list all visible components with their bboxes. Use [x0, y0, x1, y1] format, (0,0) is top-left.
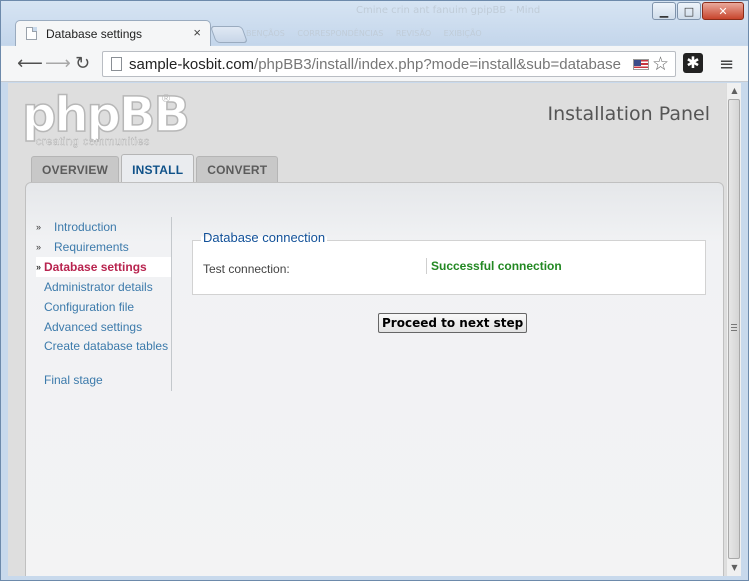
fieldset-legend: Database connection [201, 230, 328, 245]
step-label: Requirements [54, 240, 129, 254]
scroll-down-icon[interactable]: ▼ [727, 560, 742, 576]
step-final-stage[interactable]: Final stage [36, 370, 171, 390]
step-label: Database settings [44, 260, 147, 274]
extension-icon[interactable]: ✱ [683, 53, 703, 73]
completed-step-arrow-icon: » [36, 242, 42, 252]
proceed-button[interactable]: Proceed to next step [378, 313, 528, 333]
page-icon [26, 27, 37, 40]
scroll-up-icon[interactable]: ▲ [727, 83, 742, 99]
step-requirements[interactable]: » Requirements [36, 237, 171, 257]
completed-step-arrow-icon: » [36, 222, 42, 232]
step-create-database-tables[interactable]: Create database tables [36, 337, 171, 370]
step-configuration-file[interactable]: Configuration file [36, 297, 171, 317]
tab-convert[interactable]: CONVERT [196, 156, 279, 182]
url-host: sample-kosbit.com [129, 56, 255, 73]
tab-install[interactable]: INSTALL [121, 154, 195, 182]
logo-registered-mark: ® [162, 93, 171, 105]
address-bar[interactable]: sample-kosbit.com/phpBB3/install/index.p… [102, 51, 676, 77]
close-window-button[interactable]: ✕ [702, 2, 744, 20]
maximize-button[interactable]: □ [677, 2, 701, 20]
browser-menu-icon[interactable]: ≡ [719, 54, 734, 75]
page-icon [111, 57, 122, 71]
tab-title: Database settings [46, 27, 143, 41]
bookmark-star-icon[interactable]: ☆ [652, 53, 669, 75]
language-flag-icon[interactable] [633, 59, 649, 70]
browser-window: Cmine crin ant fanuim gpipBB - Mind BENÇ… [0, 0, 749, 581]
field-divider [426, 258, 427, 274]
vertical-scrollbar[interactable]: ▲ ▼ [726, 83, 741, 576]
tab-overview[interactable]: OVERVIEW [31, 156, 120, 182]
page-viewport: phpBB ® creating communities Installatio… [8, 83, 741, 576]
background-window-menu: BENÇÃOS CORRESPONDÊNCIAS REVISÃO EXIBIÇÃ… [246, 29, 482, 38]
back-button[interactable]: ⟵ [17, 53, 43, 74]
main-content: » Introduction » Requirements » Database se… [25, 182, 724, 576]
phpbb-logo[interactable]: phpBB ® creating communities [21, 86, 191, 149]
step-database-settings[interactable]: » Database settings [36, 257, 171, 277]
url-text[interactable]: sample-kosbit.com/phpBB3/install/index.p… [129, 56, 629, 73]
test-connection-label: Test connection: [203, 262, 290, 276]
tab-close-icon[interactable]: × [193, 25, 201, 40]
current-step-arrow-icon: » [36, 262, 42, 272]
logo-tagline: creating communities [36, 136, 150, 148]
browser-toolbar: ⟵ ⟶ ↻ sample-kosbit.com/phpBB3/install/i… [1, 46, 748, 82]
step-advanced-settings[interactable]: Advanced settings [36, 317, 171, 337]
grip-icon [731, 324, 737, 331]
reload-button[interactable]: ↻ [75, 53, 90, 74]
background-window-title: Cmine crin ant fanuim gpipBB - Mind [356, 5, 541, 16]
scrollbar-thumb[interactable] [728, 99, 740, 559]
browser-tab[interactable]: Database settings × [15, 20, 211, 46]
connection-status: Successful connection [431, 259, 562, 273]
title-bar: Cmine crin ant fanuim gpipBB - Mind BENÇ… [1, 1, 748, 46]
page-title: Installation Panel [547, 103, 710, 125]
step-administrator-details[interactable]: Administrator details [36, 277, 171, 297]
window-controls: ▁ □ ✕ [652, 2, 744, 20]
minimize-button[interactable]: ▁ [652, 2, 676, 20]
panel-tabs: OVERVIEW INSTALL CONVERT [31, 154, 279, 182]
forward-button[interactable]: ⟶ [45, 53, 71, 74]
url-path: /phpBB3/install/index.php?mode=install&s… [254, 56, 621, 73]
step-introduction[interactable]: » Introduction [36, 217, 171, 237]
database-connection-fieldset: Database connection Test connection: Suc… [192, 230, 706, 295]
step-label: Introduction [54, 220, 117, 234]
new-tab-button[interactable] [209, 26, 249, 43]
install-steps-nav: » Introduction » Requirements » Database se… [36, 217, 172, 391]
